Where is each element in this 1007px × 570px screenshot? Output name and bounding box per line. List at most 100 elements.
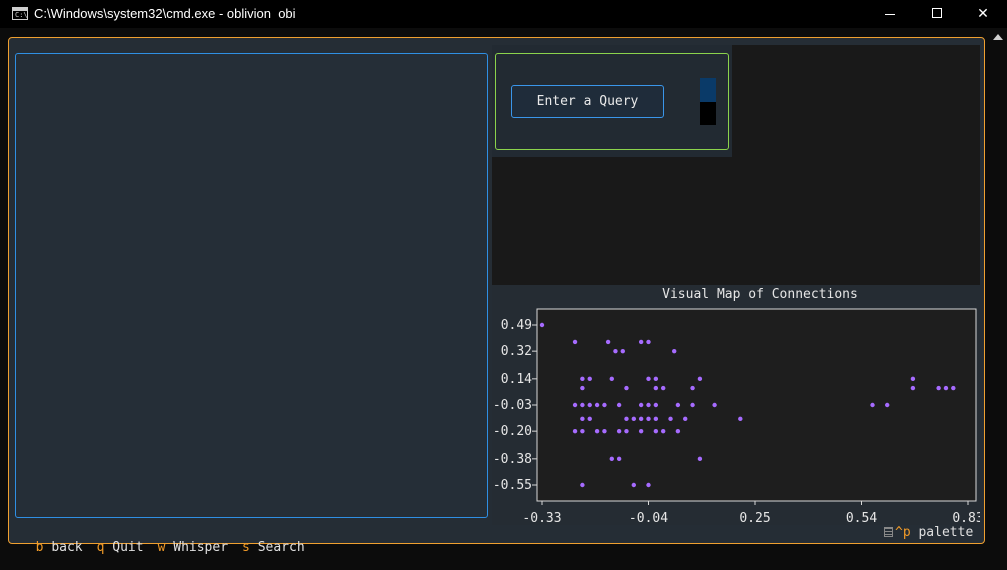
data-point bbox=[638, 416, 644, 422]
data-point bbox=[594, 402, 600, 408]
close-button[interactable]: ✕ bbox=[960, 0, 1006, 28]
data-point bbox=[660, 428, 666, 434]
x-tick-label: -0.33 bbox=[522, 511, 561, 525]
data-point bbox=[609, 456, 614, 462]
data-point bbox=[646, 339, 651, 345]
data-point bbox=[616, 456, 622, 462]
y-tick-label: -0.03 bbox=[493, 398, 532, 413]
data-point bbox=[646, 376, 651, 382]
data-point bbox=[605, 339, 611, 345]
data-point bbox=[936, 385, 941, 391]
data-point bbox=[580, 402, 585, 408]
y-tick-label: 0.32 bbox=[501, 344, 532, 359]
hint-back-label: back bbox=[51, 540, 83, 555]
data-point bbox=[668, 416, 673, 422]
data-point bbox=[638, 428, 644, 434]
y-tick-label: -0.55 bbox=[493, 478, 532, 493]
y-tick-label: 0.49 bbox=[501, 318, 532, 333]
cmd-app-icon: C:\ bbox=[12, 7, 28, 20]
data-point bbox=[580, 385, 585, 391]
data-point bbox=[653, 428, 659, 434]
title-bar[interactable]: C:\ C:\Windows\system32\cmd.exe - oblivi… bbox=[0, 0, 1007, 28]
query-scrollbar-track[interactable] bbox=[700, 102, 716, 125]
hint-quit-key: q bbox=[96, 540, 105, 555]
data-point bbox=[697, 376, 703, 382]
data-point bbox=[572, 339, 578, 345]
command-palette-hint[interactable]: ^p palette bbox=[884, 525, 973, 540]
data-point bbox=[587, 416, 592, 422]
data-point bbox=[653, 402, 659, 408]
data-point bbox=[587, 376, 592, 382]
x-tick-label: 0.54 bbox=[846, 511, 877, 525]
hint-search[interactable]: s Search bbox=[242, 540, 305, 555]
maximize-icon bbox=[932, 8, 942, 18]
data-point bbox=[660, 385, 666, 391]
data-point bbox=[572, 428, 578, 434]
hint-whisper-key: w bbox=[157, 540, 166, 555]
data-point bbox=[951, 385, 956, 391]
enter-query-button[interactable]: Enter a Query bbox=[511, 85, 664, 118]
data-point bbox=[620, 348, 625, 354]
hint-whisper-label: Whisper bbox=[173, 540, 229, 555]
close-icon: ✕ bbox=[977, 6, 989, 22]
data-point bbox=[613, 348, 618, 354]
x-tick-label: 0.25 bbox=[739, 511, 770, 525]
hint-back[interactable]: b back bbox=[36, 540, 83, 555]
scroll-up-arrow-icon[interactable] bbox=[993, 34, 1003, 40]
query-scrollbar-thumb[interactable] bbox=[700, 78, 716, 102]
data-point bbox=[638, 402, 644, 408]
data-point bbox=[539, 322, 545, 328]
data-point bbox=[738, 416, 743, 422]
data-point bbox=[646, 482, 651, 488]
data-point bbox=[631, 416, 637, 422]
cmd-app-icon-text: C:\ bbox=[15, 11, 28, 19]
x-axis: -0.33 -0.04 0.25 0.54 0.83 bbox=[522, 501, 980, 525]
data-point bbox=[712, 402, 717, 408]
data-point bbox=[580, 416, 585, 422]
data-point bbox=[653, 416, 659, 422]
data-point bbox=[910, 376, 916, 382]
console-scrollbar[interactable] bbox=[989, 28, 1007, 570]
data-point bbox=[602, 428, 607, 434]
palette-key: ^p bbox=[895, 525, 911, 540]
data-point bbox=[624, 385, 629, 391]
x-tick-label: -0.04 bbox=[629, 511, 668, 525]
data-point bbox=[638, 339, 644, 345]
y-tick-label: -0.20 bbox=[493, 424, 532, 439]
data-point bbox=[697, 456, 703, 462]
data-point bbox=[594, 428, 600, 434]
data-point bbox=[675, 402, 681, 408]
data-point bbox=[616, 428, 622, 434]
minimize-icon bbox=[885, 14, 895, 15]
minimize-button[interactable] bbox=[867, 0, 913, 28]
hint-quit[interactable]: q Quit bbox=[97, 540, 144, 555]
window-title: C:\Windows\system32\cmd.exe - oblivion o… bbox=[34, 6, 296, 21]
data-point bbox=[870, 402, 875, 408]
y-axis: 0.49 0.32 0.14 -0.03 -0.20 -0.38 -0.55 bbox=[493, 318, 537, 493]
data-point bbox=[646, 402, 651, 408]
maximize-button[interactable] bbox=[914, 0, 960, 28]
data-point bbox=[631, 482, 637, 488]
hint-whisper[interactable]: w Whisper bbox=[158, 540, 228, 555]
key-hints-footer: b back q Quit w Whisper s Search bbox=[20, 525, 319, 555]
data-point bbox=[653, 376, 659, 382]
data-point bbox=[646, 416, 651, 422]
data-point bbox=[943, 385, 949, 391]
x-tick-label: 0.83 bbox=[952, 511, 980, 525]
chart-title: Visual Map of Connections bbox=[662, 287, 858, 302]
data-point bbox=[690, 385, 695, 391]
data-point bbox=[616, 402, 622, 408]
hint-search-key: s bbox=[242, 540, 250, 555]
data-point bbox=[672, 348, 677, 354]
data-point bbox=[572, 402, 578, 408]
data-point bbox=[580, 428, 585, 434]
data-point bbox=[690, 402, 695, 408]
results-panel[interactable] bbox=[15, 53, 488, 518]
connections-scatter-chart: Visual Map of Connections 0.49 0.32 0.14 -0… bbox=[493, 287, 980, 525]
hint-search-label: Search bbox=[257, 540, 305, 555]
data-point bbox=[624, 428, 629, 434]
data-point bbox=[624, 416, 629, 422]
palette-label: palette bbox=[918, 525, 974, 540]
y-tick-label: -0.38 bbox=[493, 452, 532, 467]
data-point bbox=[580, 482, 585, 488]
